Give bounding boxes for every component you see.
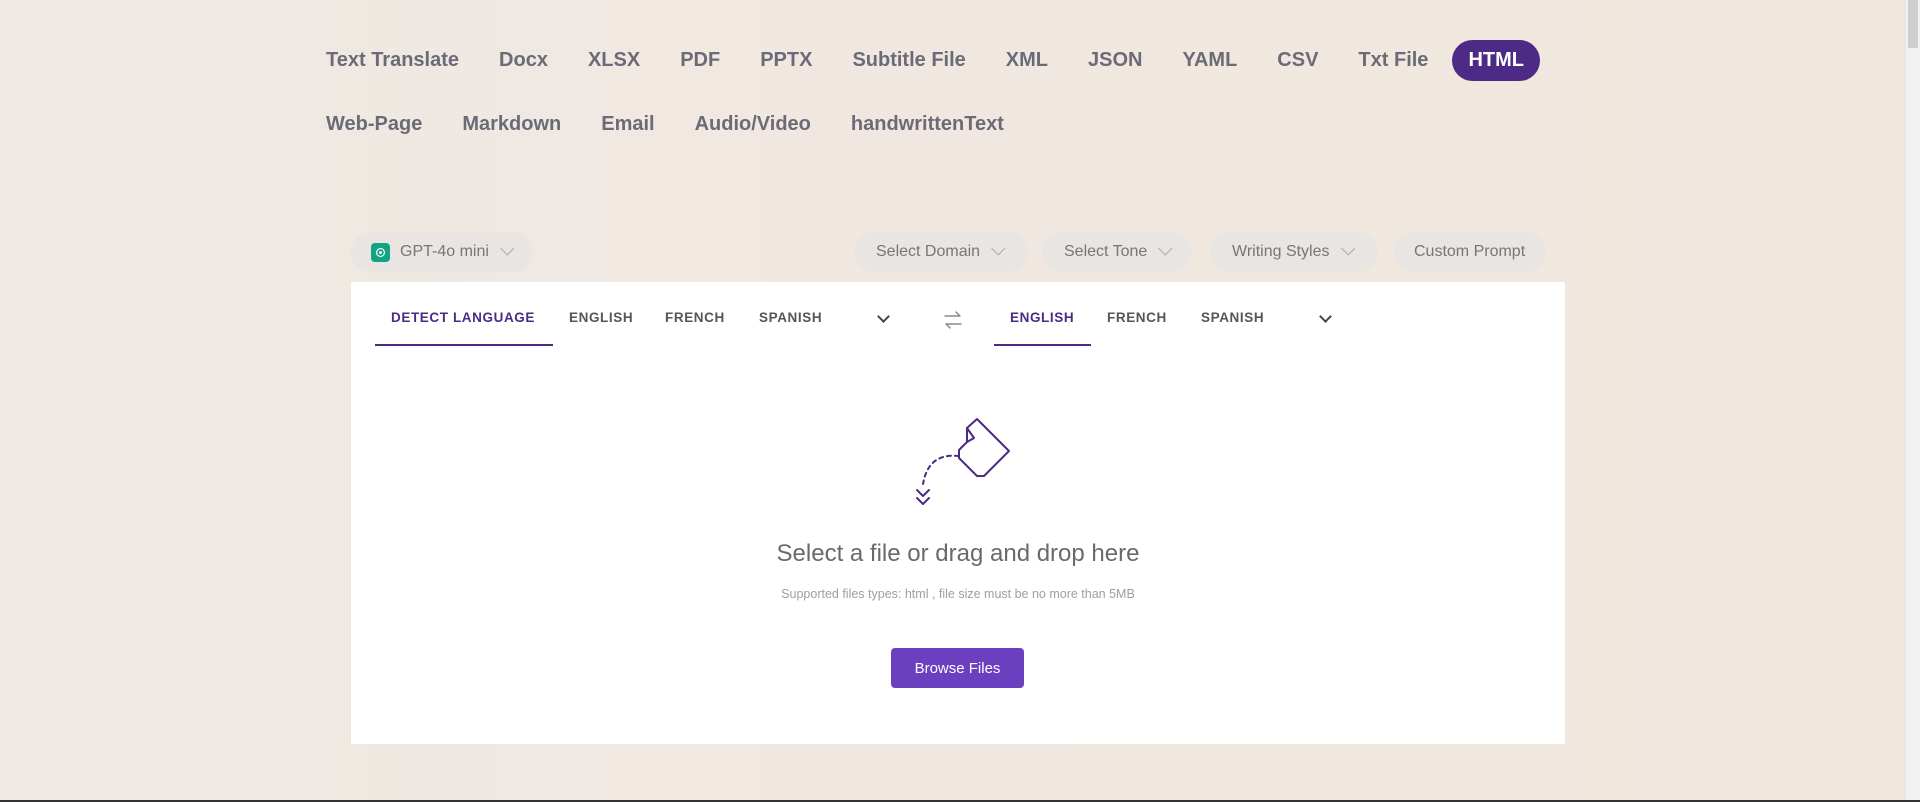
openai-icon <box>371 242 390 262</box>
tab-email[interactable]: Email <box>581 104 674 145</box>
tab-txt-file[interactable]: Txt File <box>1338 40 1448 81</box>
tab-pptx[interactable]: PPTX <box>740 40 832 81</box>
model-label: GPT-4o mini <box>400 243 489 260</box>
tab-html[interactable]: HTML <box>1452 40 1540 81</box>
model-select[interactable]: GPT-4o mini <box>351 232 533 272</box>
chevron-down-icon <box>1340 241 1355 256</box>
target-lang-dropdown-icon[interactable] <box>1319 310 1332 323</box>
domain-label: Select Domain <box>876 243 981 260</box>
target-lang-spanish[interactable]: SPANISH <box>1201 310 1264 325</box>
language-bar: DETECT LANGUAGE ENGLISH FRENCH SPANISH E… <box>351 282 1565 346</box>
chevron-down-icon <box>1158 241 1173 256</box>
writing-styles-select[interactable]: Writing Styles <box>1210 232 1378 272</box>
tab-pdf[interactable]: PDF <box>660 40 740 81</box>
custom-prompt-button[interactable]: Custom Prompt <box>1394 232 1546 272</box>
writing-styles-label: Writing Styles <box>1232 243 1330 260</box>
chevron-down-icon <box>500 241 515 256</box>
tab-handwritten-text[interactable]: handwrittenText <box>831 104 1024 145</box>
tab-row-1: Text Translate Docx XLSX PDF PPTX Subtit… <box>326 40 1566 81</box>
drop-subtitle: Supported files types: html , file size … <box>781 587 1135 601</box>
source-lang-dropdown-icon[interactable] <box>877 310 890 323</box>
tab-xml[interactable]: XML <box>986 40 1068 81</box>
tone-label: Select Tone <box>1064 243 1148 260</box>
swap-languages-icon[interactable] <box>941 308 965 337</box>
tab-row-2: Web-Page Markdown Email Audio/Video hand… <box>326 104 1566 145</box>
custom-prompt-label: Custom Prompt <box>1414 243 1526 260</box>
tab-yaml[interactable]: YAML <box>1162 40 1257 81</box>
tab-web-page[interactable]: Web-Page <box>326 104 442 145</box>
target-lang-french[interactable]: FRENCH <box>1107 310 1167 325</box>
tab-subtitle-file[interactable]: Subtitle File <box>832 40 985 81</box>
tab-json[interactable]: JSON <box>1068 40 1162 81</box>
browse-files-button[interactable]: Browse Files <box>891 648 1024 688</box>
tone-select[interactable]: Select Tone <box>1042 232 1192 272</box>
source-lang-detect[interactable]: DETECT LANGUAGE <box>391 310 535 325</box>
file-type-tabs: Text Translate Docx XLSX PDF PPTX Subtit… <box>326 40 1566 168</box>
upload-card: DETECT LANGUAGE ENGLISH FRENCH SPANISH E… <box>351 282 1565 744</box>
translation-controls: GPT-4o mini Select Domain Select Tone Wr… <box>351 232 1565 272</box>
tab-text-translate[interactable]: Text Translate <box>326 40 479 81</box>
source-lang-french[interactable]: FRENCH <box>665 310 725 325</box>
drop-title: Select a file or drag and drop here <box>776 540 1140 567</box>
domain-select[interactable]: Select Domain <box>854 232 1028 272</box>
page-scrollbar[interactable] <box>1905 0 1920 800</box>
tab-audio-video[interactable]: Audio/Video <box>675 104 831 145</box>
tab-xlsx[interactable]: XLSX <box>568 40 660 81</box>
tab-markdown[interactable]: Markdown <box>442 104 581 145</box>
target-lang-english[interactable]: ENGLISH <box>1010 310 1074 325</box>
scrollbar-thumb[interactable] <box>1908 0 1918 48</box>
tab-csv[interactable]: CSV <box>1257 40 1338 81</box>
source-lang-english[interactable]: ENGLISH <box>569 310 633 325</box>
drop-file-icon <box>899 414 1019 529</box>
source-active-underline <box>375 344 553 346</box>
source-lang-spanish[interactable]: SPANISH <box>759 310 822 325</box>
chevron-down-icon <box>991 241 1006 256</box>
target-active-underline <box>994 344 1091 346</box>
tab-docx[interactable]: Docx <box>479 40 568 81</box>
